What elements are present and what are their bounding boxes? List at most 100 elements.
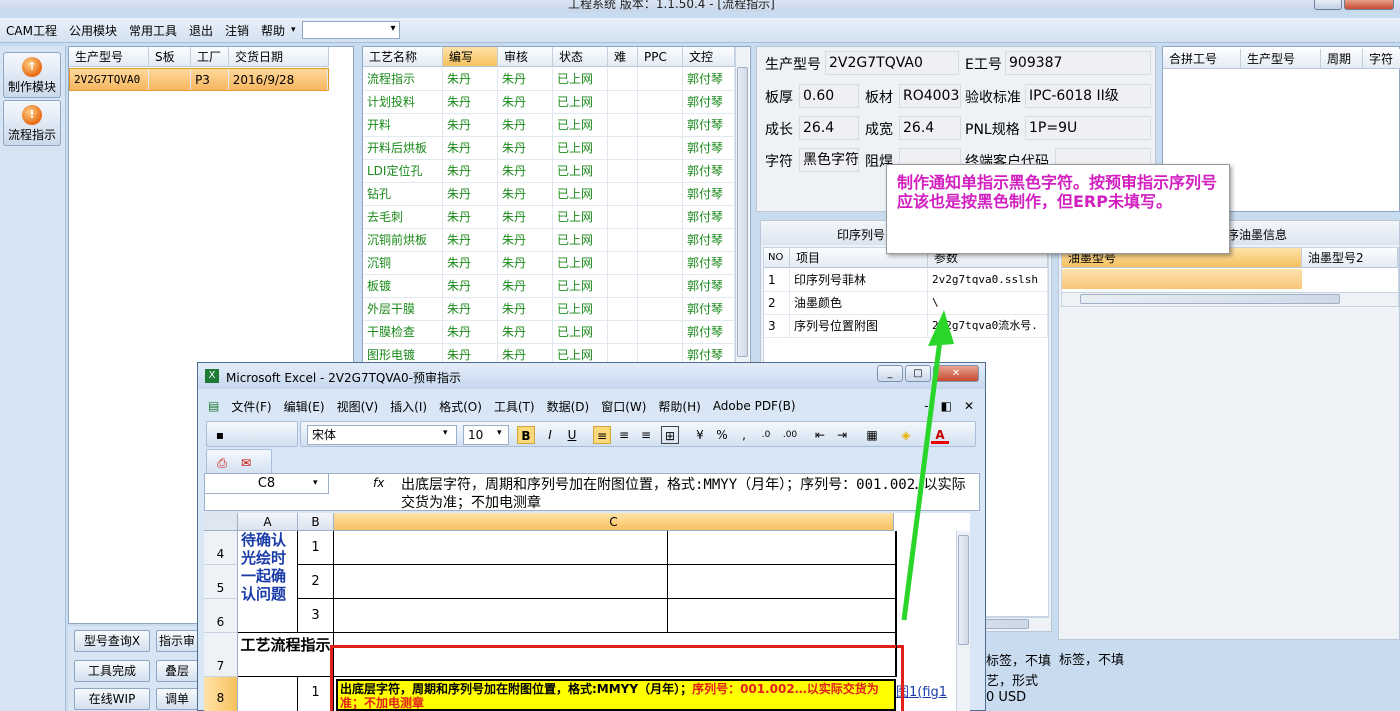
table-row[interactable]: 1 印序列号菲林 2v2g7tqva0.sslsh bbox=[764, 269, 1048, 292]
table-row[interactable]: 沉铜 朱丹 朱丹 已上网 郭付琴 bbox=[363, 252, 735, 275]
col-status[interactable]: 状态 bbox=[553, 47, 608, 66]
decrease-decimal-icon[interactable]: .00 bbox=[781, 426, 799, 444]
excel-menu-file[interactable]: 文件(F) bbox=[225, 398, 277, 415]
pdf-mail-icon[interactable]: ✉ bbox=[237, 454, 255, 472]
col-header-c[interactable]: C bbox=[334, 513, 894, 531]
nav-flow-indicator[interactable]: ! 流程指示 bbox=[3, 100, 61, 146]
col-ink-model2[interactable]: 油墨型号2 bbox=[1302, 248, 1398, 267]
col-writer[interactable]: 编写 bbox=[443, 47, 498, 66]
process-scroll-thumb[interactable] bbox=[737, 67, 748, 357]
excel-menu-tools[interactable]: 工具(T) bbox=[488, 398, 541, 415]
save-icon[interactable]: ▪ bbox=[211, 426, 229, 444]
col-merge-model[interactable]: 生产型号 bbox=[1241, 49, 1321, 68]
excel-menu-help[interactable]: 帮助(H) bbox=[652, 398, 706, 415]
col-header-b[interactable]: B bbox=[298, 513, 334, 531]
select-all-corner[interactable] bbox=[204, 513, 238, 531]
name-box-chevron-icon[interactable]: ▾ bbox=[313, 478, 318, 488]
char-field[interactable]: 黑色字符 bbox=[799, 148, 859, 172]
thickness-field[interactable]: 0.60 bbox=[799, 84, 859, 108]
cell-b8[interactable]: 1 bbox=[298, 677, 334, 711]
row-header-4[interactable]: 4 bbox=[204, 531, 238, 565]
excel-menu-window[interactable]: 窗口(W) bbox=[595, 398, 652, 415]
standard-field[interactable]: IPC-6018 II级 bbox=[1025, 84, 1151, 108]
increase-decimal-icon[interactable]: .0 bbox=[757, 426, 775, 444]
col-model[interactable]: 生产型号 bbox=[69, 47, 149, 66]
pdf-convert-icon[interactable]: ⎙ bbox=[213, 454, 231, 472]
ink-hscroll-thumb[interactable] bbox=[1080, 294, 1340, 304]
table-row[interactable]: 外层干膜 朱丹 朱丹 已上网 郭付琴 bbox=[363, 298, 735, 321]
chevron-down-icon[interactable]: ▾ bbox=[291, 25, 296, 35]
table-row[interactable]: LDI定位孔 朱丹 朱丹 已上网 郭付琴 bbox=[363, 160, 735, 183]
table-row[interactable]: 沉铜前烘板 朱丹 朱丹 已上网 郭付琴 bbox=[363, 229, 735, 252]
cell-d5[interactable] bbox=[668, 565, 896, 599]
fx-icon[interactable]: fx bbox=[373, 476, 384, 490]
font-name-select[interactable]: 宋体 bbox=[307, 425, 457, 445]
excel-menu-data[interactable]: 数据(D) bbox=[541, 398, 596, 415]
nav-make-module[interactable]: ↑ 制作模块 bbox=[3, 52, 61, 98]
cell-d4[interactable] bbox=[668, 531, 896, 565]
col-ppc[interactable]: PPC bbox=[638, 47, 683, 66]
col-difficulty[interactable]: 难 bbox=[608, 47, 638, 66]
excel-menu-adobe[interactable]: Adobe PDF(B) bbox=[707, 399, 802, 413]
table-row[interactable]: 去毛刺 朱丹 朱丹 已上网 郭付琴 bbox=[363, 206, 735, 229]
table-row[interactable]: 开料 朱丹 朱丹 已上网 郭付琴 bbox=[363, 114, 735, 137]
minimize-button[interactable] bbox=[1314, 0, 1342, 10]
cell-a4-confirm[interactable]: 待确认光绘时一起确认问题 bbox=[238, 531, 298, 633]
bold-icon[interactable]: B bbox=[517, 426, 535, 444]
comma-icon[interactable]: , bbox=[735, 426, 753, 444]
cell-c6[interactable] bbox=[334, 599, 668, 633]
merge-center-icon[interactable]: ⊞ bbox=[661, 426, 679, 444]
cell-a7-process[interactable]: 工艺流程指示 bbox=[238, 633, 334, 677]
eno-field[interactable]: 909387 bbox=[1005, 51, 1151, 75]
tab-ink[interactable]: 序油墨信息 bbox=[1227, 226, 1287, 243]
doc-close-icon[interactable]: ✕ bbox=[958, 399, 980, 413]
ink-selected-row[interactable] bbox=[1062, 269, 1302, 289]
menu-help[interactable]: 帮助 bbox=[255, 22, 291, 39]
italic-icon[interactable]: I bbox=[541, 426, 559, 444]
table-row[interactable]: 开料后烘板 朱丹 朱丹 已上网 郭付琴 bbox=[363, 137, 735, 160]
font-name-chevron-icon[interactable]: ▾ bbox=[443, 428, 448, 438]
cell-b6[interactable]: 3 bbox=[298, 599, 334, 633]
table-row[interactable]: 2V2G7TQVA0 P3 2016/9/28 bbox=[69, 68, 329, 91]
stackup-button[interactable]: 叠层 bbox=[156, 660, 198, 682]
col-reviewer[interactable]: 审核 bbox=[498, 47, 553, 66]
align-right-icon[interactable]: ≡ bbox=[637, 426, 655, 444]
row-header-5[interactable]: 5 bbox=[204, 565, 238, 599]
tool-done-button[interactable]: 工具完成 bbox=[74, 660, 150, 682]
table-row[interactable]: 板镀 朱丹 朱丹 已上网 郭付琴 bbox=[363, 275, 735, 298]
pnl-field[interactable]: 1P=9U bbox=[1025, 116, 1151, 140]
percent-icon[interactable]: % bbox=[713, 426, 731, 444]
menu-tools[interactable]: 常用工具 bbox=[123, 22, 183, 39]
col-merge-no[interactable]: 合拼工号 bbox=[1163, 49, 1241, 68]
col-merge-char[interactable]: 字符 bbox=[1363, 49, 1400, 68]
excel-menu-edit[interactable]: 编辑(E) bbox=[278, 398, 331, 415]
row-header-8[interactable]: 8 bbox=[204, 677, 238, 711]
cell-c4[interactable] bbox=[334, 531, 668, 565]
row-header-6[interactable]: 6 bbox=[204, 599, 238, 633]
tab-serial[interactable]: 印序列号 bbox=[837, 226, 885, 243]
col-s-board[interactable]: S板 bbox=[149, 47, 191, 66]
menu-logout[interactable]: 注销 bbox=[219, 22, 255, 39]
process-vscroll[interactable] bbox=[735, 47, 749, 375]
row-header-7[interactable]: 7 bbox=[204, 633, 238, 677]
excel-menu-insert[interactable]: 插入(I) bbox=[384, 398, 433, 415]
model-field[interactable]: 2V2G7TQVA0 bbox=[825, 51, 959, 75]
cell-a8[interactable] bbox=[238, 677, 298, 711]
col-date[interactable]: 交货日期 bbox=[229, 47, 329, 66]
model-query-button[interactable]: 型号查询X bbox=[74, 630, 150, 652]
menu-exit[interactable]: 退出 bbox=[183, 22, 219, 39]
name-box[interactable]: C8 bbox=[205, 474, 329, 494]
length-field[interactable]: 26.4 bbox=[799, 116, 859, 140]
col-process-name[interactable]: 工艺名称 bbox=[363, 47, 443, 66]
table-row[interactable]: 干膜检查 朱丹 朱丹 已上网 郭付琴 bbox=[363, 321, 735, 344]
cell-c5[interactable] bbox=[334, 565, 668, 599]
toolbar-dropdown[interactable] bbox=[301, 21, 400, 39]
align-center-icon[interactable]: ≡ bbox=[615, 426, 633, 444]
increase-indent-icon[interactable]: ⇥ bbox=[833, 426, 851, 444]
cell-d6[interactable] bbox=[668, 599, 896, 633]
align-left-icon[interactable]: ≡ bbox=[593, 426, 611, 444]
width-field[interactable]: 26.4 bbox=[899, 116, 961, 140]
underline-icon[interactable]: U bbox=[563, 426, 581, 444]
close-button[interactable] bbox=[1344, 0, 1394, 10]
excel-doc-icon[interactable]: ▤ bbox=[202, 399, 225, 413]
